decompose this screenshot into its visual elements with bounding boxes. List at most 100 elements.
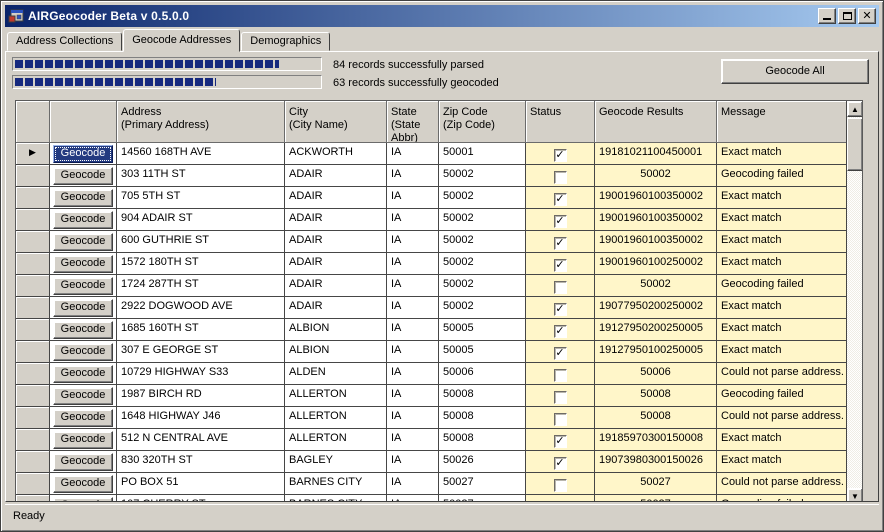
city-cell[interactable]: BARNES CITY [285,473,387,495]
status-checkbox-unchecked[interactable] [554,479,567,492]
geocode-button[interactable]: Geocode [53,343,113,361]
state-cell[interactable]: IA [387,187,439,209]
row-header[interactable] [16,363,50,385]
address-cell[interactable]: 107 CHERRY ST [117,495,285,502]
geocode-button[interactable]: Geocode [53,431,113,449]
row-header[interactable] [16,495,50,502]
city-cell[interactable]: ADAIR [285,231,387,253]
address-cell[interactable]: 705 5TH ST [117,187,285,209]
city-cell[interactable]: ADAIR [285,253,387,275]
row-header[interactable] [16,297,50,319]
row-header[interactable] [16,253,50,275]
row-header[interactable] [16,451,50,473]
row-header[interactable] [16,407,50,429]
city-cell[interactable]: ALBION [285,319,387,341]
scroll-up-button[interactable]: ▲ [847,101,863,117]
city-cell[interactable]: ADAIR [285,165,387,187]
geocode-button[interactable]: Geocode [53,475,113,493]
row-header[interactable] [16,275,50,297]
zip-cell[interactable]: 50027 [439,473,526,495]
city-cell[interactable]: ALLERTON [285,385,387,407]
zip-cell[interactable]: 50002 [439,297,526,319]
state-cell[interactable]: IA [387,297,439,319]
state-cell[interactable]: IA [387,209,439,231]
row-header[interactable] [16,473,50,495]
zip-cell[interactable]: 50027 [439,495,526,502]
zip-cell[interactable]: 50002 [439,209,526,231]
address-cell[interactable]: 303 11TH ST [117,165,285,187]
geocode-button[interactable]: Geocode [53,145,113,163]
geocode-button[interactable]: Geocode [53,255,113,273]
city-cell[interactable]: BAGLEY [285,451,387,473]
row-header[interactable] [16,429,50,451]
city-cell[interactable]: ALLERTON [285,407,387,429]
scrollbar-thumb[interactable] [847,118,863,171]
state-cell[interactable]: IA [387,275,439,297]
zip-cell[interactable]: 50008 [439,407,526,429]
city-cell[interactable]: ADAIR [285,209,387,231]
address-cell[interactable]: 10729 HIGHWAY S33 [117,363,285,385]
status-checkbox-checked[interactable]: ✓ [554,435,567,448]
address-cell[interactable]: 1987 BIRCH RD [117,385,285,407]
maximize-button[interactable] [838,8,856,24]
city-cell[interactable]: ALLERTON [285,429,387,451]
state-cell[interactable]: IA [387,143,439,165]
status-checkbox-checked[interactable]: ✓ [554,457,567,470]
geocode-button[interactable]: Geocode [53,321,113,339]
address-cell[interactable]: 904 ADAIR ST [117,209,285,231]
zip-cell[interactable]: 50002 [439,253,526,275]
tab-demographics[interactable]: Demographics [241,32,330,51]
city-cell[interactable]: BARNES CITY [285,495,387,502]
geocode-all-button[interactable]: Geocode All [721,59,869,84]
address-cell[interactable]: 830 320TH ST [117,451,285,473]
address-cell[interactable]: 1685 160TH ST [117,319,285,341]
address-cell[interactable]: 1648 HIGHWAY J46 [117,407,285,429]
geocode-button[interactable]: Geocode [53,299,113,317]
geocode-button[interactable]: Geocode [53,453,113,471]
row-header[interactable] [16,319,50,341]
state-cell[interactable]: IA [387,451,439,473]
zip-cell[interactable]: 50002 [439,275,526,297]
address-cell[interactable]: 307 E GEORGE ST [117,341,285,363]
tab-address-collections[interactable]: Address Collections [7,32,122,51]
zip-cell[interactable]: 50026 [439,451,526,473]
geocode-button[interactable]: Geocode [53,497,113,503]
tab-geocode-addresses[interactable]: Geocode Addresses [123,29,240,52]
status-checkbox-checked[interactable]: ✓ [554,149,567,162]
city-cell[interactable]: ADAIR [285,275,387,297]
status-checkbox-checked[interactable]: ✓ [554,303,567,316]
status-checkbox-unchecked[interactable] [554,369,567,382]
row-header[interactable] [16,209,50,231]
zip-cell[interactable]: 50002 [439,165,526,187]
row-header[interactable] [16,385,50,407]
status-checkbox-checked[interactable]: ✓ [554,325,567,338]
row-header[interactable] [16,231,50,253]
vertical-scrollbar[interactable]: ▲ ▼ [846,101,862,502]
status-checkbox-unchecked[interactable] [554,171,567,184]
status-checkbox-unchecked[interactable] [554,413,567,426]
state-cell[interactable]: IA [387,385,439,407]
status-checkbox-checked[interactable]: ✓ [554,193,567,206]
geocode-button[interactable]: Geocode [53,387,113,405]
address-cell[interactable]: PO BOX 51 [117,473,285,495]
zip-cell[interactable]: 50005 [439,319,526,341]
row-header[interactable] [16,165,50,187]
scroll-down-button[interactable]: ▼ [847,488,863,502]
zip-cell[interactable]: 50008 [439,429,526,451]
address-cell[interactable]: 512 N CENTRAL AVE [117,429,285,451]
geocode-button[interactable]: Geocode [53,233,113,251]
state-cell[interactable]: IA [387,495,439,502]
city-cell[interactable]: ALDEN [285,363,387,385]
address-cell[interactable]: 1724 287TH ST [117,275,285,297]
zip-cell[interactable]: 50002 [439,187,526,209]
geocode-button[interactable]: Geocode [53,189,113,207]
state-cell[interactable]: IA [387,341,439,363]
zip-cell[interactable]: 50002 [439,231,526,253]
state-cell[interactable]: IA [387,429,439,451]
state-cell[interactable]: IA [387,407,439,429]
zip-cell[interactable]: 50001 [439,143,526,165]
status-checkbox-checked[interactable]: ✓ [554,237,567,250]
state-cell[interactable]: IA [387,363,439,385]
status-checkbox-checked[interactable]: ✓ [554,347,567,360]
city-cell[interactable]: ALBION [285,341,387,363]
